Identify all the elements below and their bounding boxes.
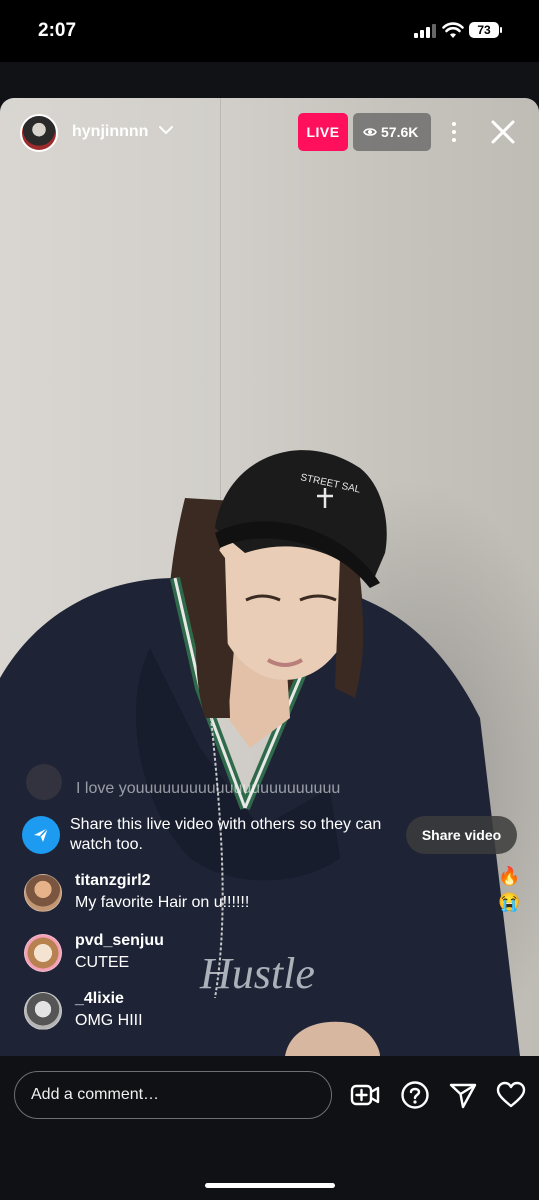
eye-icon (363, 128, 377, 136)
heart-icon[interactable] (496, 1080, 526, 1110)
commenter-username[interactable]: pvd_senjuu (75, 932, 164, 950)
faded-comment-avatar (26, 764, 62, 800)
crying-reaction-icon: 😭 (498, 892, 521, 912)
top-spacer (0, 62, 539, 98)
commenter-username[interactable]: _4lixie (75, 990, 124, 1008)
commenter-avatar[interactable] (24, 874, 62, 912)
commenter-avatar[interactable] (24, 992, 62, 1030)
commenter-username[interactable]: titanzgirl2 (75, 872, 151, 890)
battery-indicator: 73 (469, 22, 502, 38)
question-icon[interactable] (400, 1080, 430, 1110)
viewer-count-badge[interactable]: 57.6K (353, 113, 431, 151)
share-video-button[interactable]: Share video (406, 816, 517, 854)
send-icon[interactable] (448, 1080, 478, 1110)
comment-input[interactable] (14, 1071, 332, 1119)
fire-reaction-icon: 🔥 (498, 866, 521, 886)
comment-item[interactable]: _4lixie OMG HIII (22, 990, 492, 1038)
comment-text: My favorite Hair on u!!!!!! (75, 894, 250, 911)
cellular-signal-icon (414, 24, 436, 38)
streamer-username[interactable]: hynjinnnn (72, 123, 148, 141)
home-indicator[interactable] (205, 1183, 335, 1188)
viewer-count: 57.6K (381, 124, 419, 140)
close-icon[interactable] (488, 117, 518, 147)
live-badge: LIVE (298, 113, 348, 151)
streamer-avatar[interactable] (20, 114, 58, 152)
comment-item[interactable]: titanzgirl2 My favorite Hair on u!!!!!! (22, 872, 492, 920)
more-options-icon[interactable] (446, 118, 462, 146)
faded-comment-text: I love youuuuuuuuuuuuuuuuuuuuuuu (76, 780, 341, 797)
comment-text: CUTEE (75, 954, 130, 971)
comment-text: OMG HIII (75, 1012, 143, 1029)
status-bar: 2:07 73 (0, 0, 539, 62)
share-prompt-text: Share this live video with others so the… (70, 816, 382, 853)
commenter-avatar[interactable] (24, 934, 62, 972)
comment-item[interactable]: pvd_senjuu CUTEE (22, 932, 492, 980)
chevron-down-icon[interactable] (158, 122, 174, 138)
wifi-icon (442, 22, 464, 38)
send-arrow-icon (34, 827, 49, 842)
share-prompt-icon (22, 816, 60, 854)
add-video-icon[interactable] (350, 1080, 380, 1110)
status-time: 2:07 (38, 20, 77, 41)
